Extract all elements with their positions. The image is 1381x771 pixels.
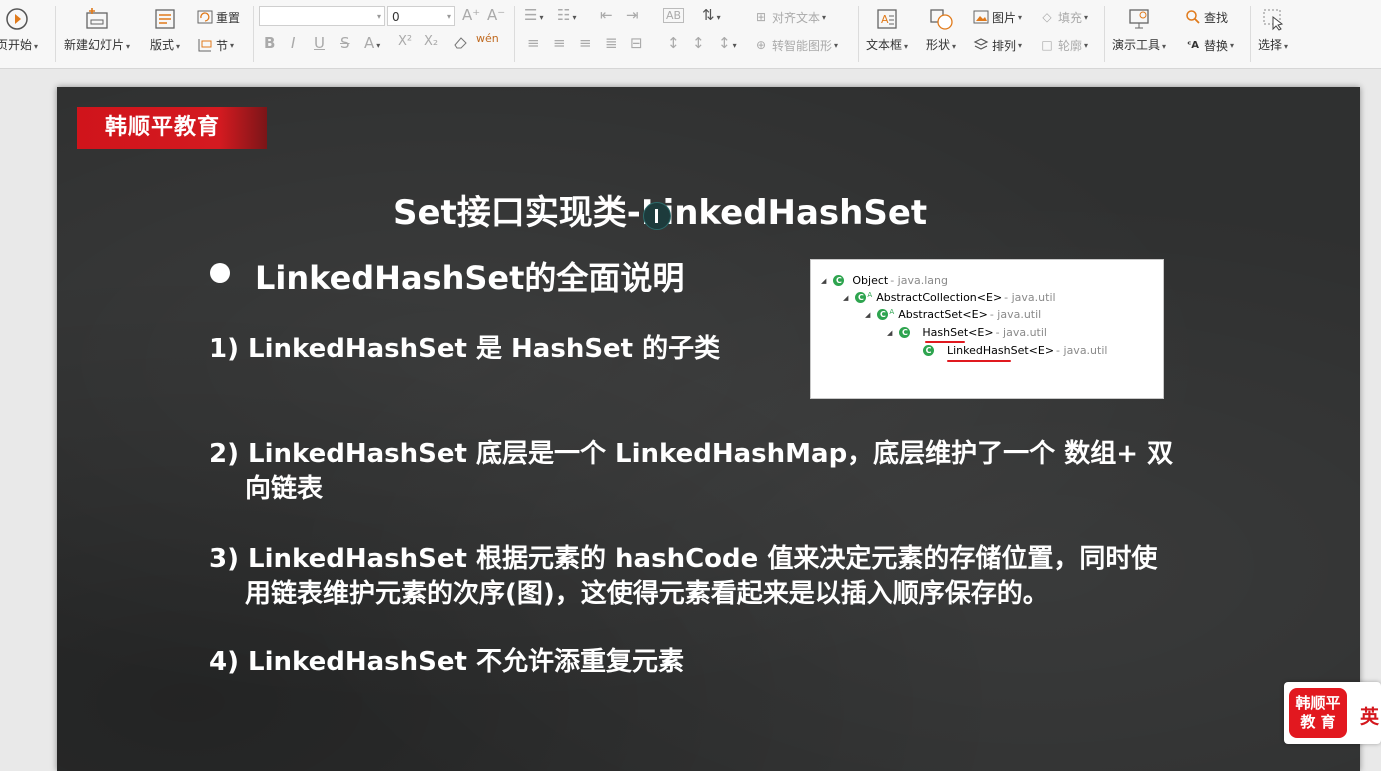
bullet-list-icon[interactable]: ☰ ▾ (524, 6, 543, 24)
picture-icon (972, 8, 990, 26)
point-3[interactable]: 3) LinkedHashSet 根据元素的 hashCode 值来决定元素的存… (209, 542, 1157, 612)
font-size-select[interactable]: 0 ▾ (387, 6, 455, 26)
presenter-tools-button[interactable]: 演示工具 ▾ (1112, 6, 1166, 53)
replace-button[interactable]: ᶜA 替换 ▾ (1184, 36, 1234, 54)
align-right-icon[interactable]: ≡ (579, 34, 592, 52)
expand-triangle-icon: ◢ (821, 276, 827, 285)
subscript-button[interactable]: X₂ (424, 34, 438, 49)
decrease-indent-icon[interactable]: ⇤ (600, 6, 613, 24)
italic-button[interactable]: I (291, 34, 295, 52)
separator (253, 6, 254, 62)
brand-logo: 韩顺平 教 育 (1289, 688, 1347, 738)
underline-button[interactable]: U (314, 34, 325, 52)
class-icon: C (923, 345, 934, 356)
class-icon: C (833, 275, 845, 286)
arrange-icon (972, 36, 990, 54)
section-button[interactable]: 节 ▾ (196, 36, 234, 54)
bullet-heading[interactable]: LinkedHashSet的全面说明 (255, 253, 684, 299)
textbox-icon: A (874, 6, 900, 32)
fill-button[interactable]: ◇ 填充 ▾ (1038, 8, 1088, 26)
corner-widget[interactable]: 韩顺平 教 育 英 (1284, 682, 1381, 744)
hashset-red-underline (925, 341, 965, 343)
section-icon (196, 36, 214, 54)
search-icon (1184, 8, 1202, 26)
align-text-icon: ⊞ (755, 10, 767, 24)
select-button[interactable]: 选择 ▾ (1258, 6, 1288, 53)
line-spacing-icon[interactable]: ↕ (667, 34, 680, 52)
align-text-button[interactable]: ⊞ 对齐文本 ▾ (752, 8, 826, 26)
layout-button[interactable]: 版式 ▾ (150, 6, 180, 53)
numbered-list-icon[interactable]: ☷ ▾ (557, 6, 576, 24)
font-grow-icon[interactable]: A⁺ (462, 6, 480, 24)
layout-icon (152, 6, 178, 32)
expand-triangle-icon: ◢ (843, 293, 849, 302)
tree-node-hashset: ◢ C HashSet<E> - java.util (887, 326, 1047, 339)
strikethrough-button[interactable]: S (340, 34, 350, 52)
point-4[interactable]: 4) LinkedHashSet 不允许添重复元素 (209, 645, 684, 680)
text-cursor-icon (643, 202, 671, 230)
separator (1250, 6, 1251, 62)
new-slide-button[interactable]: 新建幻灯片 ▾ (64, 6, 130, 53)
linkedhashset-red-underline (947, 360, 1011, 362)
shape-button[interactable]: 形状 ▾ (926, 6, 956, 53)
outline-button[interactable]: □ 轮廓 ▾ (1038, 36, 1088, 54)
tree-node-abstractset: ◢ C A AbstractSet<E> - java.util (865, 308, 1042, 321)
abstract-class-icon: C (877, 309, 889, 320)
smartart-icon: ⊕ (755, 38, 767, 52)
align-left-icon[interactable]: ≡ (527, 34, 540, 52)
tree-node-object: ◢ C Object - java.lang (821, 274, 948, 287)
tree-node-linkedhashset: C LinkedHashSet<E> - java.util (923, 344, 1107, 357)
eraser-icon[interactable] (452, 34, 468, 54)
font-shrink-icon[interactable]: A⁻ (487, 6, 505, 24)
char-spacing-icon[interactable]: AB (663, 8, 685, 23)
distribute-icon[interactable]: ⊟ (630, 34, 643, 52)
superscript-button[interactable]: X² (398, 34, 412, 49)
class-icon: C (899, 327, 911, 338)
replace-icon: ᶜA (1187, 39, 1199, 51)
reset-button[interactable]: 重置 (196, 8, 240, 26)
tree-node-abstractcollection: ◢ C A AbstractCollection<E> - java.util (843, 291, 1056, 304)
fill-icon: ◇ (1042, 10, 1052, 24)
picture-button[interactable]: 图片 ▾ (972, 8, 1022, 26)
shape-icon (928, 6, 954, 32)
slideshow-start-button[interactable]: 页开始 ▾ (0, 6, 38, 53)
justify-icon[interactable]: ≣ (605, 34, 618, 52)
paragraph-spacing-icon[interactable]: ↕ (692, 34, 705, 52)
text-direction-icon[interactable]: ⇅ ▾ (702, 6, 721, 24)
ime-language-indicator[interactable]: 英 (1360, 702, 1379, 729)
pinyin-guide-button[interactable]: wén (476, 32, 499, 45)
font-name-select[interactable]: ▾ (259, 6, 385, 26)
bold-button[interactable]: B (264, 34, 275, 52)
expand-triangle-icon: ◢ (865, 310, 871, 319)
select-cursor-icon (1260, 6, 1286, 32)
separator (55, 6, 56, 62)
point-1[interactable]: 1) LinkedHashSet 是 HashSet 的子类 (209, 332, 720, 367)
increase-indent-icon[interactable]: ⇥ (626, 6, 639, 24)
presenter-icon (1126, 6, 1152, 32)
separator (514, 6, 515, 62)
abstract-class-icon: C (855, 292, 867, 303)
convert-smartart-button[interactable]: ⊕ 转智能图形 ▾ (752, 36, 838, 54)
reset-icon (196, 8, 214, 26)
separator (858, 6, 859, 62)
arrange-button[interactable]: 排列 ▾ (972, 36, 1022, 54)
font-color-icon[interactable]: A ▾ (364, 34, 380, 52)
slide-canvas[interactable]: 韩顺平教育 Set接口实现类-LinkedHashSet LinkedHashS… (57, 87, 1360, 771)
bullet-icon (210, 263, 230, 283)
svg-text:A: A (881, 13, 889, 26)
play-icon (4, 6, 30, 32)
align-center-icon[interactable]: ≡ (553, 34, 566, 52)
textbox-button[interactable]: A 文本框 ▾ (866, 6, 908, 53)
find-button[interactable]: 查找 (1184, 8, 1228, 26)
ribbon-toolbar: 页开始 ▾ 新建幻灯片 ▾ 版式 ▾ 重置 节 ▾ ▾ 0 ▾ A⁺ A⁻ B I U S… (0, 0, 1381, 69)
new-slide-icon (84, 6, 110, 32)
expand-triangle-icon: ◢ (887, 328, 893, 337)
point-2[interactable]: 2) LinkedHashSet 底层是一个 LinkedHashMap，底层维… (209, 437, 1173, 507)
separator (1104, 6, 1105, 62)
outline-icon: □ (1041, 38, 1053, 52)
brand-banner: 韩顺平教育 (77, 107, 267, 149)
spacing-more-icon[interactable]: ↕ ▾ (718, 34, 737, 52)
class-hierarchy-image[interactable]: ◢ C Object - java.lang ◢ C A AbstractCol… (810, 259, 1164, 399)
